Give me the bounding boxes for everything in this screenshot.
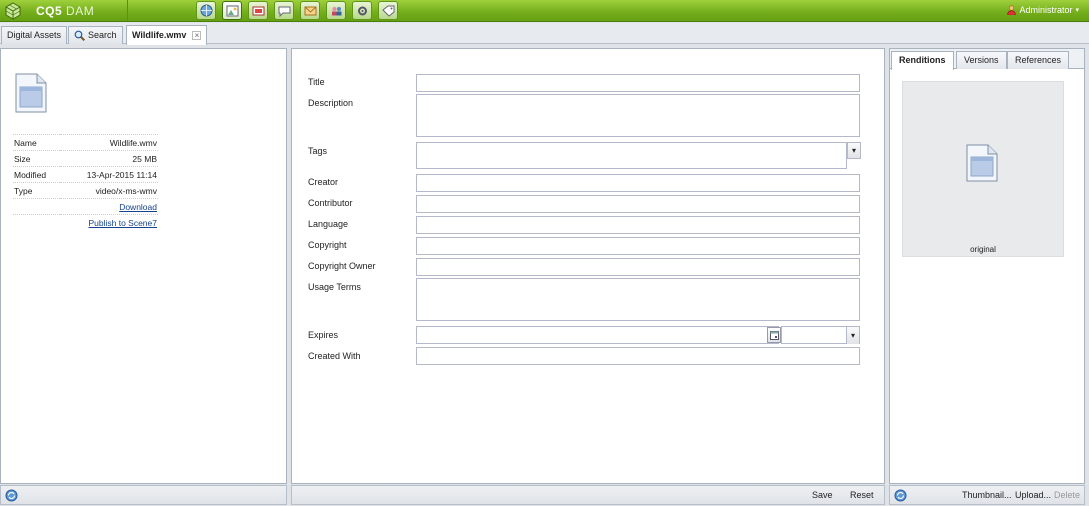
tab-search[interactable]: Search <box>68 26 123 44</box>
property-value: 25 MB <box>59 150 158 167</box>
file-properties-table: Name Wildlife.wmv Size 25 MB Modified 13… <box>13 134 158 231</box>
digital-assets-icon[interactable] <box>222 1 242 20</box>
asset-info-panel: Name Wildlife.wmv Size 25 MB Modified 13… <box>0 48 287 484</box>
property-label: Size <box>13 150 60 167</box>
file-icon <box>15 73 47 113</box>
refresh-icon[interactable] <box>5 489 18 502</box>
calendar-icon[interactable] <box>767 327 781 343</box>
table-row: Name Wildlife.wmv <box>13 134 158 151</box>
copyright-field[interactable] <box>416 237 860 255</box>
close-icon[interactable]: × <box>192 31 202 40</box>
rendition-label: original <box>970 245 996 254</box>
copyright-owner-label: Copyright Owner <box>308 261 376 271</box>
tags-dropdown-button[interactable]: ▾ <box>847 142 861 159</box>
contributor-label: Contributor <box>308 198 353 208</box>
user-icon <box>1007 5 1017 15</box>
expires-time-field[interactable]: ▾ <box>781 326 860 344</box>
tab-renditions[interactable]: Renditions <box>891 51 954 70</box>
property-label: Name <box>13 134 60 151</box>
table-row: Publish to Scene7 <box>13 215 158 231</box>
brand-name: CQ5 <box>36 4 63 18</box>
tagging-icon[interactable] <box>378 1 398 20</box>
save-button[interactable]: Save <box>812 490 833 500</box>
property-label: Modified <box>13 166 60 183</box>
property-label: Type <box>13 182 60 199</box>
file-icon <box>966 144 998 182</box>
reset-button[interactable]: Reset <box>850 490 874 500</box>
brand-suffix: DAM <box>66 4 95 18</box>
table-row: Type video/x-ms-wmv <box>13 182 158 199</box>
creator-label: Creator <box>308 177 339 187</box>
rendition-tile[interactable]: original <box>902 81 1064 257</box>
property-value: Wildlife.wmv <box>59 134 158 151</box>
time-dropdown-button[interactable]: ▾ <box>846 327 859 344</box>
publish-scene7-link[interactable]: Publish to Scene7 <box>88 218 157 228</box>
tags-field[interactable] <box>416 142 847 169</box>
users-icon[interactable] <box>326 1 346 20</box>
right-tab-strip: Renditions Versions References <box>890 49 1084 70</box>
download-link[interactable]: Download <box>119 202 157 212</box>
user-menu[interactable]: Administrator ▾ <box>1007 5 1079 15</box>
created-with-field[interactable] <box>416 347 860 365</box>
campaigns-icon[interactable] <box>248 1 268 20</box>
chevron-down-icon: ▾ <box>850 331 855 340</box>
tab-strip: Digital Assets Search Wildlife.wmv × <box>0 23 1089 45</box>
right-footer: Thumbnail... Upload... Delete <box>889 485 1085 505</box>
tab-versions[interactable]: Versions <box>956 51 1007 69</box>
expires-label: Expires <box>308 330 339 340</box>
refresh-icon[interactable] <box>894 489 907 502</box>
expires-date-field[interactable] <box>416 326 779 344</box>
tags-label: Tags <box>308 146 328 156</box>
left-footer <box>0 485 287 505</box>
renditions-panel: Renditions Versions References original <box>889 48 1085 484</box>
description-label: Description <box>308 98 354 108</box>
console-switcher <box>196 1 398 20</box>
tab-label: Wildlife.wmv <box>132 30 187 40</box>
thumbnail-button[interactable]: Thumbnail... <box>962 490 1012 500</box>
property-value: video/x-ms-wmv <box>59 182 158 199</box>
app-brand: CQ5 DAM <box>36 4 94 18</box>
copyright-owner-field[interactable] <box>416 258 860 276</box>
contributor-field[interactable] <box>416 195 860 213</box>
language-field[interactable] <box>416 216 860 234</box>
top-toolbar: CQ5 DAM Administrator ▾ <box>0 0 1089 22</box>
property-value: 13-Apr-2015 11:14 <box>59 166 158 183</box>
language-label: Language <box>308 219 349 229</box>
tab-label: Digital Assets <box>7 30 62 40</box>
usage-terms-label: Usage Terms <box>308 282 361 292</box>
table-row: Download <box>13 198 158 215</box>
created-with-label: Created With <box>308 351 361 361</box>
copyright-label: Copyright <box>308 240 347 250</box>
tab-references[interactable]: References <box>1007 51 1070 69</box>
table-row: Size 25 MB <box>13 150 158 167</box>
user-name: Administrator <box>1019 5 1073 15</box>
tab-label: Search <box>88 30 117 40</box>
metadata-form: Title Description Tags ▾ Creator Contrib… <box>291 48 885 484</box>
creator-field[interactable] <box>416 174 860 192</box>
table-row: Modified 13-Apr-2015 11:14 <box>13 166 158 183</box>
tools-icon[interactable] <box>352 1 372 20</box>
cq5-logo-icon <box>5 2 21 20</box>
toolbar-divider <box>127 0 128 21</box>
tab-digital-assets[interactable]: Digital Assets <box>1 26 68 44</box>
search-icon <box>74 30 85 41</box>
upload-button[interactable]: Upload... <box>1015 490 1051 500</box>
chevron-down-icon: ▾ <box>851 146 856 155</box>
inbox-icon[interactable] <box>300 1 320 20</box>
community-icon[interactable] <box>274 1 294 20</box>
form-footer: Save Reset <box>291 485 885 505</box>
delete-button[interactable]: Delete <box>1054 490 1080 500</box>
title-label: Title <box>308 77 325 87</box>
title-field[interactable] <box>416 74 860 92</box>
usage-terms-field[interactable] <box>416 278 860 321</box>
websites-icon[interactable] <box>196 1 216 20</box>
tab-wildlife[interactable]: Wildlife.wmv × <box>126 25 208 45</box>
description-field[interactable] <box>416 94 860 137</box>
chevron-down-icon: ▾ <box>1075 7 1079 14</box>
